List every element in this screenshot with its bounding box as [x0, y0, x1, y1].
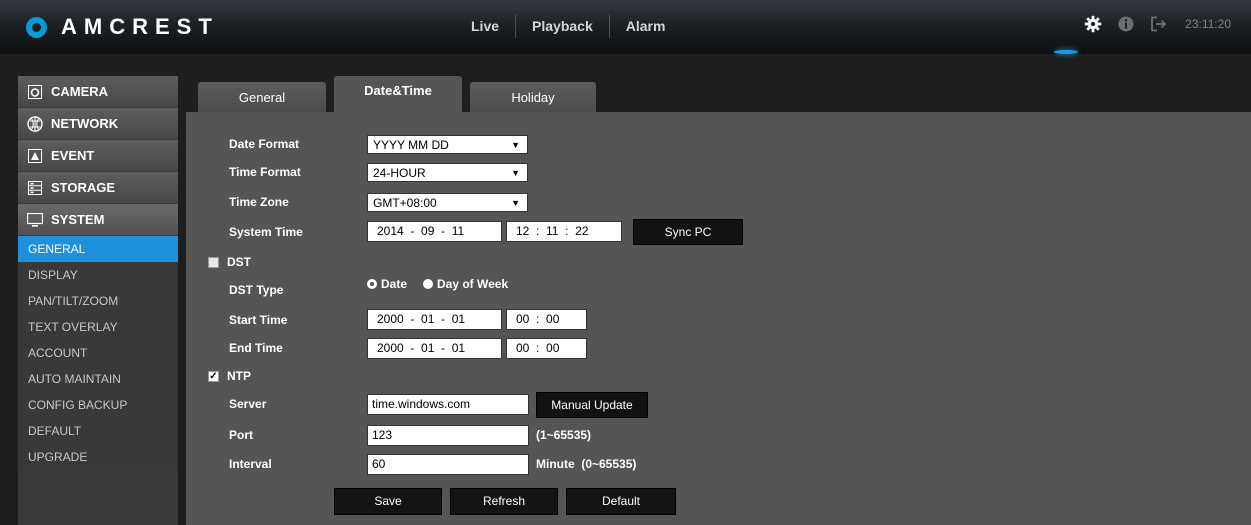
network-icon	[27, 115, 43, 132]
chevron-down-icon: ▼	[511, 198, 520, 208]
system-date-input[interactable]: 2014 - 09 - 11	[367, 221, 502, 242]
sidebar-item-storage[interactable]: STORAGE	[18, 172, 178, 203]
tab-general[interactable]: General	[198, 82, 326, 112]
start-date-input[interactable]: 2000 - 01 - 01	[367, 309, 502, 330]
nav-playback[interactable]: Playback	[516, 18, 609, 34]
brand-name: AMCREST	[61, 14, 219, 39]
tab-holiday[interactable]: Holiday	[470, 82, 596, 112]
refresh-button[interactable]: Refresh	[450, 488, 558, 515]
sidebar-item-camera[interactable]: CAMERA	[18, 76, 178, 107]
event-icon	[27, 148, 43, 164]
dst-type-date-radio[interactable]	[367, 279, 377, 289]
system-time-label: System Time	[229, 225, 303, 239]
logout-icon[interactable]	[1150, 15, 1168, 33]
interval-input[interactable]: 60	[367, 454, 529, 475]
dst-checkbox[interactable]	[208, 257, 219, 268]
dst-type-dayofweek-radio[interactable]	[423, 279, 433, 289]
info-icon[interactable]	[1117, 15, 1135, 33]
active-indicator	[1054, 50, 1078, 54]
end-date-input[interactable]: 2000 - 01 - 01	[367, 338, 502, 359]
dst-type-dayofweek-label: Day of Week	[437, 277, 509, 291]
time-zone-label: Time Zone	[229, 195, 289, 209]
end-time-label: End Time	[229, 341, 283, 355]
chevron-down-icon: ▼	[511, 168, 520, 178]
sidebar: CAMERA NETWORK EVENT STORAGE SYSTEM GENE…	[18, 76, 178, 525]
end-clock-input[interactable]: 00 : 00	[506, 338, 587, 359]
sidebar-item-event[interactable]: EVENT	[18, 140, 178, 171]
logo-mark-icon	[26, 16, 47, 38]
nav-live[interactable]: Live	[455, 18, 515, 34]
sidebar-item-config-backup[interactable]: CONFIG BACKUP	[18, 392, 178, 418]
sidebar-item-pan-tilt-zoom[interactable]: PAN/TILT/ZOOM	[18, 288, 178, 314]
date-format-select[interactable]: YYYY MM DD ▼	[367, 135, 528, 154]
system-time-input[interactable]: 12 : 11 : 22	[506, 221, 622, 242]
server-input[interactable]: time.windows.com	[367, 394, 529, 415]
clock: 23:11:20	[1185, 17, 1231, 31]
manual-update-button[interactable]: Manual Update	[536, 392, 648, 418]
time-zone-value: GMT+08:00	[373, 196, 437, 210]
start-clock-input[interactable]: 00 : 00	[506, 309, 587, 330]
sidebar-item-system[interactable]: SYSTEM	[18, 204, 178, 235]
port-range-hint: (1~65535)	[536, 428, 592, 442]
top-header: AMCREST Live Playback Alarm 23:11:20	[0, 0, 1251, 54]
time-zone-select[interactable]: GMT+08:00 ▼	[367, 193, 528, 212]
sync-pc-button[interactable]: Sync PC	[633, 219, 743, 245]
camera-icon	[27, 84, 43, 100]
time-format-select[interactable]: 24-HOUR ▼	[367, 163, 528, 182]
sidebar-item-default[interactable]: DEFAULT	[18, 418, 178, 444]
nav-alarm[interactable]: Alarm	[610, 18, 682, 34]
sidebar-item-account[interactable]: ACCOUNT	[18, 340, 178, 366]
sidebar-item-upgrade[interactable]: UPGRADE	[18, 444, 178, 470]
time-format-value: 24-HOUR	[373, 166, 426, 180]
gear-icon[interactable]	[1084, 15, 1102, 33]
save-button[interactable]: Save	[334, 488, 442, 515]
monitor-icon	[27, 212, 43, 228]
sidebar-label: NETWORK	[51, 116, 119, 131]
ntp-checkbox[interactable]: ✓	[208, 371, 219, 382]
dst-type-label: DST Type	[229, 283, 284, 297]
sidebar-item-general[interactable]: GENERAL	[18, 236, 178, 262]
storage-icon	[27, 180, 43, 196]
ntp-label: NTP	[227, 369, 251, 383]
sidebar-label: STORAGE	[51, 180, 116, 195]
start-time-label: Start Time	[229, 313, 288, 327]
time-format-label: Time Format	[229, 165, 301, 179]
date-format-label: Date Format	[229, 137, 300, 151]
date-format-value: YYYY MM DD	[373, 138, 449, 152]
main-nav: Live Playback Alarm	[455, 13, 681, 39]
port-label: Port	[229, 428, 253, 442]
default-button[interactable]: Default	[566, 488, 676, 515]
amcrest-logo: AMCREST	[26, 14, 219, 40]
sidebar-item-display[interactable]: DISPLAY	[18, 262, 178, 288]
sidebar-label: EVENT	[51, 148, 95, 163]
interval-label: Interval	[229, 457, 272, 471]
tab-date-time[interactable]: Date&Time	[334, 76, 462, 112]
chevron-down-icon: ▼	[511, 140, 520, 150]
sidebar-label: CAMERA	[51, 84, 109, 99]
date-time-panel: Date Format YYYY MM DD ▼ Time Format 24-H…	[186, 112, 1251, 525]
dst-label: DST	[227, 255, 251, 269]
dst-type-date-label: Date	[381, 277, 408, 291]
sidebar-label: SYSTEM	[51, 212, 105, 227]
interval-range-hint: Minute (0~65535)	[536, 457, 637, 471]
header-tools: 23:11:20	[1084, 15, 1231, 33]
port-input[interactable]: 123	[367, 425, 529, 446]
sidebar-item-network[interactable]: NETWORK	[18, 108, 178, 139]
sidebar-item-auto-maintain[interactable]: AUTO MAINTAIN	[18, 366, 178, 392]
server-label: Server	[229, 397, 267, 411]
sidebar-item-text-overlay[interactable]: TEXT OVERLAY	[18, 314, 178, 340]
